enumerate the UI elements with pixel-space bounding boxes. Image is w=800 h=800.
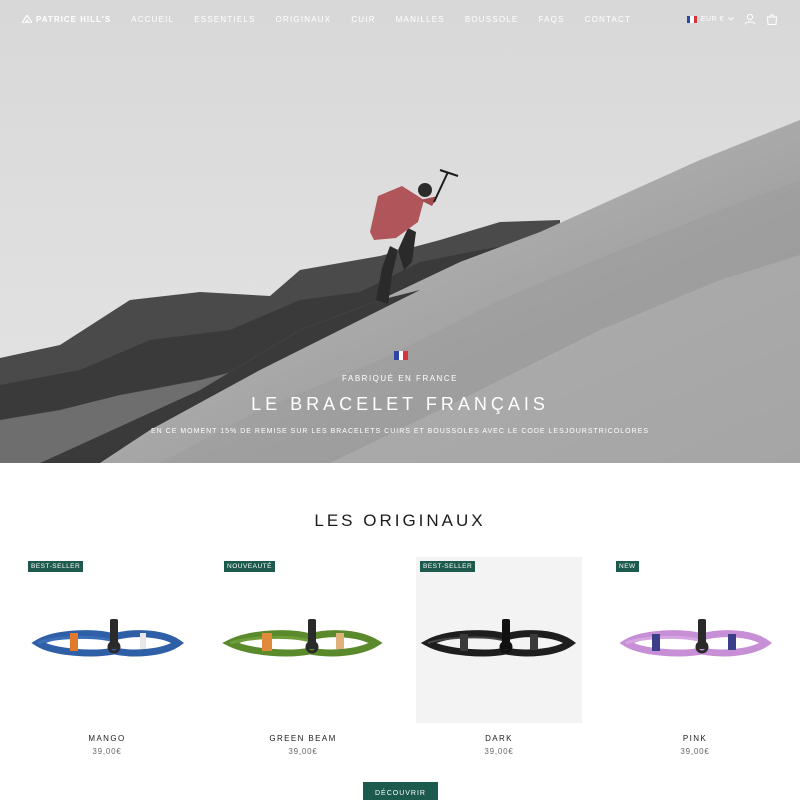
hero-kicker: FABRIQUÉ EN FRANCE bbox=[342, 374, 458, 383]
currency-label: EUR € bbox=[700, 15, 724, 23]
discover-button[interactable]: DÉCOUVRIR bbox=[363, 782, 438, 800]
header-actions: EUR € bbox=[686, 13, 778, 25]
product-price: 39,00€ bbox=[288, 747, 318, 756]
nav-item-accueil[interactable]: ACCUEIL bbox=[131, 15, 174, 24]
product-name[interactable]: DARK bbox=[416, 734, 582, 743]
hero-flag-fr-icon bbox=[394, 351, 409, 360]
product-card-dark[interactable]: BEST-SELLER DARK 39,00€ bbox=[416, 557, 582, 757]
product-badge: BEST-SELLER bbox=[28, 561, 84, 572]
main-nav: ACCUEIL ESSENTIELS ORIGINAUX CUIR MANILL… bbox=[131, 15, 651, 24]
nav-item-essentiels[interactable]: ESSENTIELS bbox=[194, 15, 255, 24]
product-grid: BEST-SELLER MANGO 39,00€ NOUVEAUTÉ GREEN… bbox=[24, 557, 778, 757]
product-name[interactable]: MANGO bbox=[24, 734, 190, 743]
logo[interactable]: PATRICE HILL'S bbox=[22, 15, 111, 24]
nav-item-boussole[interactable]: BOUSSOLE bbox=[465, 15, 519, 24]
hero-title: LE BRACELET FRANÇAIS bbox=[251, 394, 549, 414]
logo-mountain-icon bbox=[22, 15, 32, 23]
locale-selector[interactable]: EUR € bbox=[686, 15, 734, 23]
logo-text: PATRICE HILL'S bbox=[36, 14, 112, 24]
product-image[interactable]: BEST-SELLER bbox=[416, 557, 582, 723]
collection-title: LES ORIGINAUX bbox=[314, 511, 486, 530]
flag-fr-icon bbox=[686, 15, 697, 23]
product-price: 39,00€ bbox=[680, 747, 710, 756]
bracelet-image bbox=[420, 619, 577, 657]
nav-item-cuir[interactable]: CUIR bbox=[351, 15, 375, 24]
product-image[interactable]: BEST-SELLER bbox=[24, 557, 190, 723]
bracelet-image bbox=[619, 619, 773, 657]
product-badge: NOUVEAUTÉ bbox=[224, 561, 275, 572]
product-name[interactable]: PINK bbox=[612, 734, 778, 743]
nav-item-faqs[interactable]: FAQS bbox=[538, 15, 564, 24]
product-price: 39,00€ bbox=[484, 747, 514, 756]
product-image[interactable]: NEW bbox=[612, 557, 778, 723]
account-icon[interactable] bbox=[744, 13, 756, 25]
bracelet-image bbox=[31, 619, 185, 657]
product-name[interactable]: GREEN BEAM bbox=[220, 734, 386, 743]
product-price: 39,00€ bbox=[92, 747, 122, 756]
product-card-mango[interactable]: BEST-SELLER MANGO 39,00€ bbox=[24, 557, 190, 757]
product-badge: BEST-SELLER bbox=[420, 561, 476, 572]
nav-item-contact[interactable]: CONTACT bbox=[585, 15, 631, 24]
nav-item-originaux[interactable]: ORIGINAUX bbox=[276, 15, 332, 24]
nav-item-manilles[interactable]: MANILLES bbox=[396, 15, 445, 24]
bracelet-image bbox=[222, 619, 383, 657]
product-card-pink[interactable]: NEW PINK 39,00€ bbox=[612, 557, 778, 757]
product-image[interactable]: NOUVEAUTÉ bbox=[220, 557, 386, 723]
site-header: PATRICE HILL'S ACCUEIL ESSENTIELS ORIGIN… bbox=[0, 0, 800, 38]
hero-promo: EN CE MOMENT 15% DE REMISE SUR LES BRACE… bbox=[151, 428, 649, 435]
product-card-green-beam[interactable]: NOUVEAUTÉ GREEN BEAM 39,00€ bbox=[220, 557, 386, 757]
cart-icon[interactable] bbox=[766, 13, 778, 25]
chevron-down-icon bbox=[728, 17, 734, 21]
product-badge: NEW bbox=[616, 561, 639, 572]
